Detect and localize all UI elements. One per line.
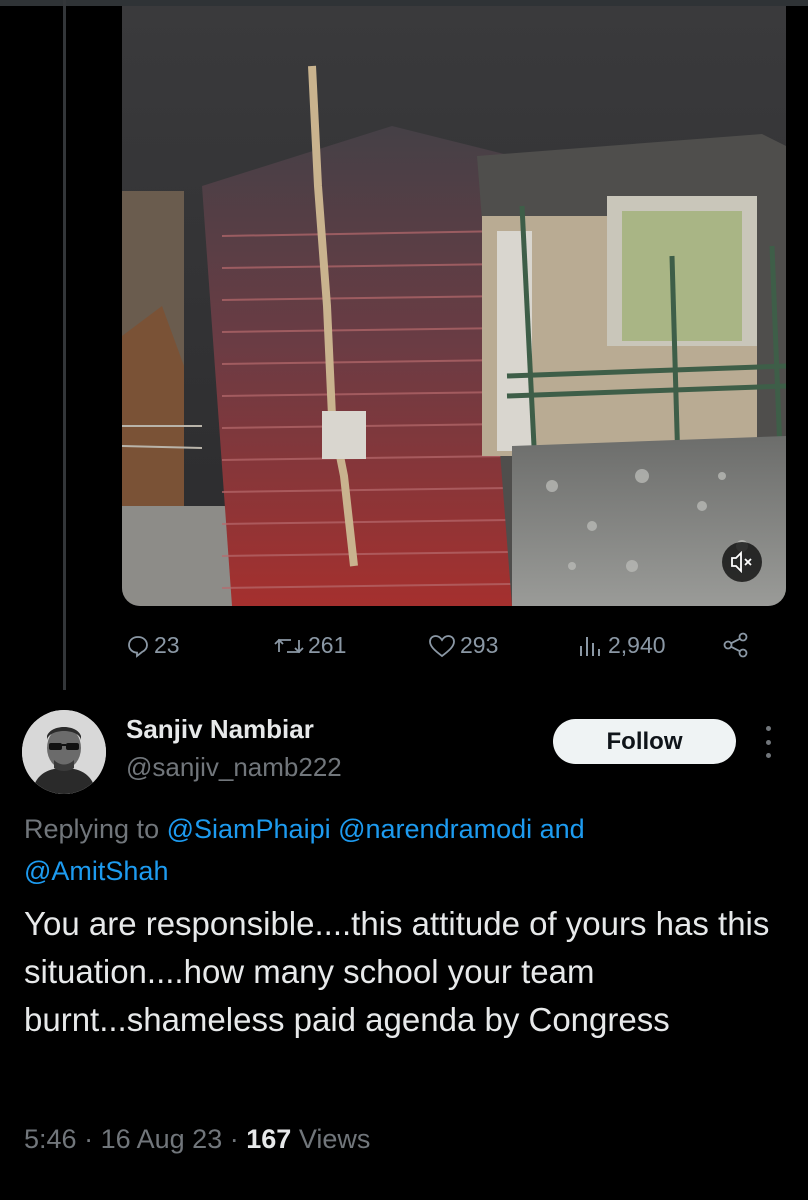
avatar-image — [22, 710, 106, 794]
follow-button[interactable]: Follow — [553, 719, 736, 764]
mention-joiner: and — [539, 814, 585, 844]
like-action[interactable]: 293 — [428, 632, 498, 659]
retweet-icon — [274, 638, 304, 653]
view-count: 167 — [246, 1124, 292, 1154]
reply-icon — [128, 635, 148, 658]
replying-to-label: Replying to — [24, 814, 160, 844]
share-icon — [723, 632, 748, 658]
mention-link[interactable]: @AmitShah — [24, 856, 168, 886]
mention-link[interactable]: @narendramodi — [338, 814, 532, 844]
like-icon — [429, 634, 455, 657]
tweet-text: You are responsible....this attitude of … — [24, 905, 770, 1038]
more-icon — [765, 726, 771, 731]
tweet-meta: 5:46 · 16 Aug 23 · 167 Views — [24, 1124, 370, 1155]
tweet-action-bar: 23 261 293 2,940 — [122, 622, 762, 672]
replying-to-line: Replying to @SiamPhaipi @narendramodi an… — [24, 808, 784, 892]
mute-button[interactable] — [722, 542, 762, 582]
views-count: 2,940 — [608, 632, 666, 658]
mention-link[interactable]: @SiamPhaipi — [167, 814, 331, 844]
avatar[interactable] — [22, 710, 106, 794]
reply-action[interactable]: 23 — [126, 632, 180, 659]
like-count: 293 — [460, 632, 499, 658]
tweet-date[interactable]: 16 Aug 23 — [101, 1124, 223, 1154]
more-icon-dot — [765, 739, 771, 745]
author-handle[interactable]: @sanjiv_namb222 — [126, 752, 342, 783]
author-name[interactable]: Sanjiv Nambiar — [126, 714, 314, 745]
mute-icon — [731, 551, 752, 573]
thread-connector-line — [63, 0, 66, 690]
video-frame — [122, 6, 786, 606]
more-icon-dot — [765, 753, 771, 758]
more-options-button[interactable] — [758, 726, 778, 758]
views-action[interactable]: 2,940 — [578, 632, 666, 659]
tweet-time[interactable]: 5:46 — [24, 1124, 77, 1154]
views-icon — [580, 636, 600, 656]
meta-separator: · — [229, 1124, 239, 1154]
video-player[interactable] — [122, 6, 786, 606]
share-action[interactable] — [722, 632, 750, 658]
reply-count: 23 — [154, 632, 180, 658]
views-label: Views — [298, 1124, 371, 1154]
meta-separator: · — [84, 1124, 94, 1154]
retweet-action[interactable]: 261 — [274, 632, 346, 659]
retweet-count: 261 — [308, 632, 347, 658]
